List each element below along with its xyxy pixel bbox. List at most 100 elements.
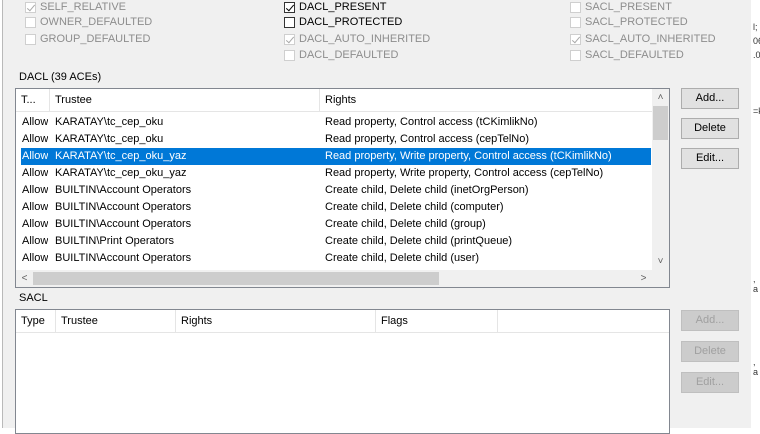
sacl-col-type[interactable]: Type (16, 310, 56, 332)
flag-group-defaulted[interactable]: GROUP_DEFAULTED (25, 31, 150, 47)
sacl-header: Type Trustee Rights Flags (16, 310, 669, 333)
flag-label: SACL_PRESENT (585, 1, 672, 13)
dacl-row[interactable]: Allow BUILTIN\Print Operators Create child… (16, 233, 651, 250)
flag-sacl-auto-inherited[interactable]: SACL_AUTO_INHERITED (570, 31, 716, 47)
dacl-cell-trustee: BUILTIN\Account Operators (55, 201, 192, 213)
checkbox-checked-icon[interactable] (25, 1, 36, 13)
dacl-cell-rights: Read property, Control access (cepTelNo) (325, 133, 529, 145)
dacl-cell-rights: Create child, Delete child (group) (325, 218, 486, 230)
flag-dacl-protected[interactable]: DACL_PROTECTED (284, 14, 402, 30)
checkbox-unchecked-icon[interactable] (570, 16, 581, 28)
background-fragment: .0 (753, 50, 760, 60)
dacl-horizontal-scrollbar[interactable]: ˂ ˃ (16, 270, 652, 287)
dacl-row[interactable]: Allow BUILTIN\Account Operators Create chi… (16, 199, 651, 216)
dacl-cell-trustee: BUILTIN\Print Operators (55, 235, 174, 247)
scroll-corner (652, 270, 669, 287)
checkbox-unchecked-icon[interactable] (25, 33, 36, 45)
dacl-cell-trustee: BUILTIN\Account Operators (55, 252, 192, 264)
dacl-cell-rights: Read property, Write property, Control a… (325, 150, 612, 162)
dacl-cell-trustee: KARATAY\tc_cep_oku (55, 116, 164, 128)
flag-dacl-auto-inherited[interactable]: DACL_AUTO_INHERITED (284, 31, 430, 47)
dacl-cell-type: Allow (22, 116, 49, 128)
dacl-delete-button[interactable]: Delete (681, 118, 739, 139)
checkbox-unchecked-icon[interactable] (284, 49, 295, 61)
flag-sacl-present[interactable]: SACL_PRESENT (570, 0, 672, 15)
sacl-col-trustee[interactable]: Trustee (56, 310, 176, 332)
checkbox-unchecked-icon[interactable] (570, 49, 581, 61)
scroll-up-icon[interactable]: ˄ (652, 89, 669, 106)
sacl-listview[interactable]: Type Trustee Rights Flags (15, 309, 670, 434)
dacl-cell-rights: Create child, Delete child (printQueue) (325, 235, 513, 247)
sacl-add-button[interactable]: Add... (681, 310, 739, 331)
flag-label: DACL_PROTECTED (299, 16, 403, 28)
dacl-cell-rights: Create child, Delete child (computer) (325, 201, 504, 213)
flag-self-relative[interactable]: SELF_RELATIVE (25, 0, 126, 15)
sacl-col-rights[interactable]: Rights (176, 310, 376, 332)
flag-label: DACL_PRESENT (299, 1, 387, 13)
dacl-cell-type: Allow (22, 201, 49, 213)
flag-dacl-present[interactable]: DACL_PRESENT (284, 0, 386, 15)
sacl-col-flags[interactable]: Flags (376, 310, 498, 332)
flag-sacl-defaulted[interactable]: SACL_DEFAULTED (570, 47, 684, 63)
scroll-down-icon[interactable]: ˅ (652, 253, 669, 270)
flag-label: DACL_DEFAULTED (299, 49, 399, 61)
scroll-right-icon[interactable]: ˃ (635, 270, 652, 287)
dacl-row[interactable]: Allow KARATAY\tc_cep_oku Read property, Co… (16, 114, 651, 131)
dacl-row[interactable]: Allow BUILTIN\Account Operators Create chi… (16, 250, 651, 267)
security-descriptor-dialog: SELF_RELATIVE OWNER_DEFAULTED GROUP_DEFAUL… (2, 0, 752, 434)
flag-label: OWNER_DEFAULTED (40, 16, 153, 28)
dacl-cell-trustee: KARATAY\tc_cep_oku_yaz (55, 167, 187, 179)
dacl-cell-type: Allow (22, 218, 49, 230)
flag-label: SACL_AUTO_INHERITED (585, 33, 716, 45)
background-window-edge: l; 06 .0 =k , a , a (751, 0, 760, 428)
dacl-edit-button[interactable]: Edit... (681, 148, 739, 169)
dacl-header: T... Trustee Rights (16, 89, 669, 112)
dacl-cell-type: Allow (22, 133, 49, 145)
dacl-cell-trustee: BUILTIN\Account Operators (55, 218, 192, 230)
dacl-cell-type: Allow (22, 150, 49, 162)
dacl-listview[interactable]: T... Trustee Rights Allow KARATAY\tc_cep_… (15, 88, 670, 288)
dacl-row[interactable]: Allow BUILTIN\Account Operators Create chi… (16, 216, 651, 233)
checkbox-checked-icon[interactable] (570, 33, 581, 45)
dacl-cell-rights: Create child, Delete child (user) (325, 252, 480, 264)
dacl-cell-type: Allow (22, 235, 49, 247)
dacl-hscroll-thumb[interactable] (33, 272, 439, 285)
checkbox-unchecked-icon[interactable] (570, 1, 581, 13)
scroll-left-icon[interactable]: ˂ (16, 270, 33, 287)
sacl-label: SACL (19, 292, 48, 304)
dacl-row[interactable]: Allow BUILTIN\Account Operators Create chi… (16, 182, 651, 199)
flag-label: SACL_PROTECTED (585, 16, 688, 28)
dacl-col-rights[interactable]: Rights (320, 89, 650, 111)
background-fragment: , a (753, 357, 759, 377)
dacl-vscroll-thumb[interactable] (653, 106, 668, 140)
flag-dacl-defaulted[interactable]: DACL_DEFAULTED (284, 47, 398, 63)
dacl-cell-rights: Create child, Delete child (inetOrgPerso… (325, 184, 529, 196)
dacl-row[interactable]: Allow KARATAY\tc_cep_oku Read property, Co… (16, 131, 651, 148)
background-fragment: l; (753, 22, 758, 32)
background-fragment: 06 (753, 36, 760, 46)
checkbox-unchecked-icon[interactable] (284, 16, 295, 28)
dacl-vertical-scrollbar[interactable]: ˄ ˅ (652, 89, 669, 270)
checkbox-checked-icon[interactable] (284, 1, 295, 13)
flag-sacl-protected[interactable]: SACL_PROTECTED (570, 14, 688, 30)
sacl-edit-button[interactable]: Edit... (681, 372, 739, 393)
dacl-cell-type: Allow (22, 184, 49, 196)
flag-label: DACL_AUTO_INHERITED (299, 33, 431, 45)
dacl-col-type[interactable]: T... (16, 89, 50, 111)
checkbox-checked-icon[interactable] (284, 33, 295, 45)
dacl-add-button[interactable]: Add... (681, 88, 739, 109)
flag-label: SACL_DEFAULTED (585, 49, 684, 61)
sacl-col-extra[interactable] (498, 310, 668, 332)
checkbox-unchecked-icon[interactable] (25, 16, 36, 28)
flag-owner-defaulted[interactable]: OWNER_DEFAULTED (25, 14, 152, 30)
sacl-delete-button[interactable]: Delete (681, 341, 739, 362)
dacl-cell-rights: Read property, Write property, Control a… (325, 167, 604, 179)
dacl-row[interactable]: Allow KARATAY\tc_cep_oku_yaz Read property… (16, 165, 651, 182)
dacl-row[interactable]: Allow KARATAY\tc_cep_oku_yaz Read property… (21, 148, 651, 165)
dacl-col-trustee[interactable]: Trustee (50, 89, 320, 111)
flag-label: GROUP_DEFAULTED (40, 33, 151, 45)
dacl-cell-trustee: KARATAY\tc_cep_oku_yaz (55, 150, 187, 162)
dacl-cell-type: Allow (22, 252, 49, 264)
dacl-cell-trustee: KARATAY\tc_cep_oku (55, 133, 164, 145)
background-fragment: , a (753, 274, 759, 294)
